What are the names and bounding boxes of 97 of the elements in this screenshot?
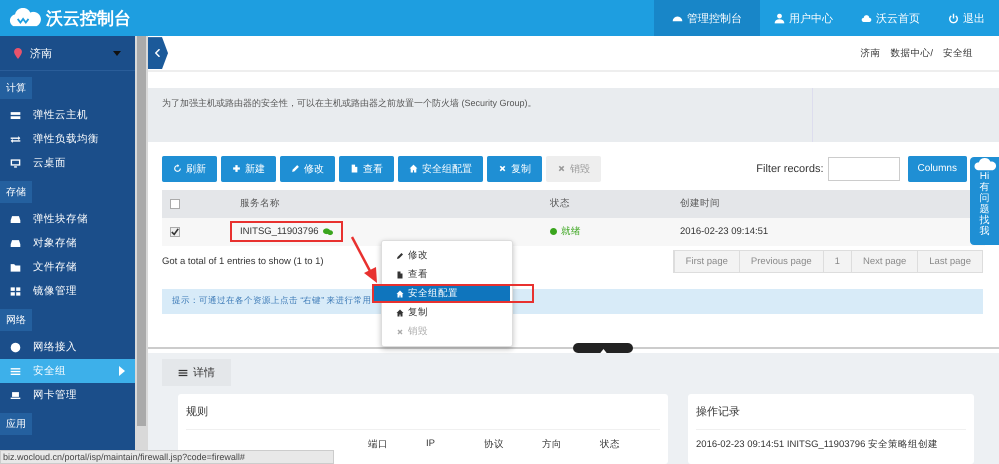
section-label: 存储 xyxy=(0,181,32,203)
sidebar-item[interactable]: 镜像管理 xyxy=(0,279,135,303)
checkbox[interactable] xyxy=(170,226,180,237)
section-label: 网络 xyxy=(0,309,32,331)
card-title: 操作记录 xyxy=(696,404,966,430)
plus-icon xyxy=(232,164,241,174)
monitor-icon xyxy=(10,158,21,168)
column-header: 状态 xyxy=(550,197,571,210)
sidebar-item[interactable]: 文件存储 xyxy=(0,255,135,279)
list-icon xyxy=(10,366,21,376)
app-title: 沃云控制台 xyxy=(46,8,131,30)
pencil-icon xyxy=(291,164,300,174)
description-text: 为了加强主机或路由器的安全性，可以在主机或路由器之前放置一个防火墙 (Security Group)。 xyxy=(161,97,538,110)
section-label: 计算 xyxy=(0,77,32,99)
toolbar-button[interactable]: 刷新 xyxy=(162,156,217,182)
folder-icon xyxy=(10,262,21,272)
pencil-icon xyxy=(396,252,404,260)
columns-button[interactable]: Columns xyxy=(908,156,967,182)
toolbar-button[interactable]: 查看 xyxy=(339,156,394,182)
column-header: 服务名称 xyxy=(240,197,281,210)
cloud-icon xyxy=(972,157,996,171)
column-header: 协议 xyxy=(484,438,505,452)
column-header: 状态 xyxy=(600,438,621,452)
home-icon xyxy=(409,164,418,174)
checkbox[interactable] xyxy=(170,198,180,209)
sidebar-item[interactable]: 安全组 xyxy=(0,359,135,383)
up-triangle-icon xyxy=(600,349,606,354)
pagination-button[interactable]: Previous page xyxy=(738,250,823,272)
cloud-icon xyxy=(861,12,872,24)
card-title: 规则 xyxy=(186,404,660,430)
column-header: 端口 xyxy=(368,438,389,452)
sidebar-item[interactable]: 弹性负载均衡 xyxy=(0,127,135,151)
chevron-left-icon xyxy=(155,49,161,58)
laptop-icon xyxy=(10,390,21,400)
user-icon xyxy=(774,12,785,24)
status-url: biz.wocloud.cn/portal/isp/maintain/firewall.jsp?code=firewall# xyxy=(0,450,334,464)
file-icon xyxy=(350,164,359,174)
table-cell: 2016-02-23 09:14:51 xyxy=(680,226,768,238)
filter-field[interactable] xyxy=(828,156,900,181)
sidebar-item[interactable]: 云桌面 xyxy=(0,151,135,175)
nav-link[interactable]: 沃云首页 xyxy=(847,0,934,36)
power-icon xyxy=(948,12,959,24)
sidebar-item[interactable]: 网络接入 xyxy=(0,335,135,359)
sidebar-item[interactable]: 网卡管理 xyxy=(0,383,135,407)
sidebar-item[interactable]: 对象存储 xyxy=(0,231,135,255)
refresh-icon xyxy=(173,164,182,174)
x-icon xyxy=(396,328,404,336)
home-icon xyxy=(396,290,404,298)
nav-link[interactable]: 管理控制台 xyxy=(654,0,760,36)
pagination-button[interactable]: Next page xyxy=(850,250,918,272)
chat-icon xyxy=(322,228,333,236)
column-header: 方向 xyxy=(542,438,563,452)
swap-icon xyxy=(10,134,21,144)
list-icon xyxy=(178,368,188,378)
nav-link[interactable]: 用户中心 xyxy=(760,0,847,36)
triangle-icon xyxy=(119,366,125,376)
breadcrumb-link[interactable]: 数据中心/ xyxy=(890,46,933,60)
home-icon xyxy=(396,308,404,316)
breadcrumb-link[interactable]: 济南 xyxy=(860,46,880,60)
pagination-button[interactable]: First page xyxy=(674,250,739,272)
sidebar-item[interactable]: 弹性云主机 xyxy=(0,103,135,127)
scrollbar[interactable] xyxy=(135,36,148,450)
toolbar-button[interactable]: 安全组配置 xyxy=(398,156,483,182)
nav-link[interactable]: 退出 xyxy=(934,0,999,36)
section-label: 应用 xyxy=(0,413,32,435)
sidebar-item[interactable]: 弹性块存储 xyxy=(0,207,135,231)
table-cell: 就绪 xyxy=(561,225,581,238)
drive-icon xyxy=(10,238,21,248)
column-header: IP xyxy=(426,438,436,452)
filter-label: Filter records: xyxy=(756,162,824,175)
log-entry: 2016-02-23 09:14:51 INITSG_11903796 安全策略组创建 xyxy=(696,438,940,452)
summary-text: Got a total of 1 entries to show (1 to 1) xyxy=(162,256,324,267)
menu-item[interactable]: 查看 xyxy=(382,265,512,284)
menu-item[interactable]: 复制 xyxy=(382,303,512,322)
drive-icon xyxy=(10,214,21,224)
collapse-handle[interactable] xyxy=(573,343,633,354)
column-header: 创建时间 xyxy=(680,197,720,210)
details-tab[interactable]: 详情 xyxy=(162,359,231,386)
breadcrumb-link[interactable]: 安全组 xyxy=(943,46,973,60)
server-icon xyxy=(10,110,21,120)
pagination-button[interactable]: 1 xyxy=(822,250,851,272)
toolbar-button[interactable]: 复制 xyxy=(487,156,542,182)
x-icon xyxy=(557,164,566,174)
file-icon xyxy=(396,270,404,278)
toolbar-button[interactable]: 修改 xyxy=(280,156,335,182)
help-greeting: Hi xyxy=(980,171,990,182)
help-widget[interactable]: Hi 有问题找我 xyxy=(970,157,999,245)
location-pin-icon xyxy=(14,48,22,58)
table-cell: INITSG_11903796 xyxy=(240,226,319,238)
hint-text: 提示：可通过在各个资源上点击 “右键” 来进行常用 xyxy=(172,295,372,308)
arrow xyxy=(350,235,380,285)
toolbar-button[interactable]: 新建 xyxy=(221,156,276,182)
menu-item[interactable]: 修改 xyxy=(382,246,512,265)
pagination-button[interactable]: Last page xyxy=(917,250,982,272)
collapse-tab[interactable] xyxy=(148,37,168,70)
grid-icon xyxy=(10,286,21,296)
x-icon xyxy=(498,164,507,174)
